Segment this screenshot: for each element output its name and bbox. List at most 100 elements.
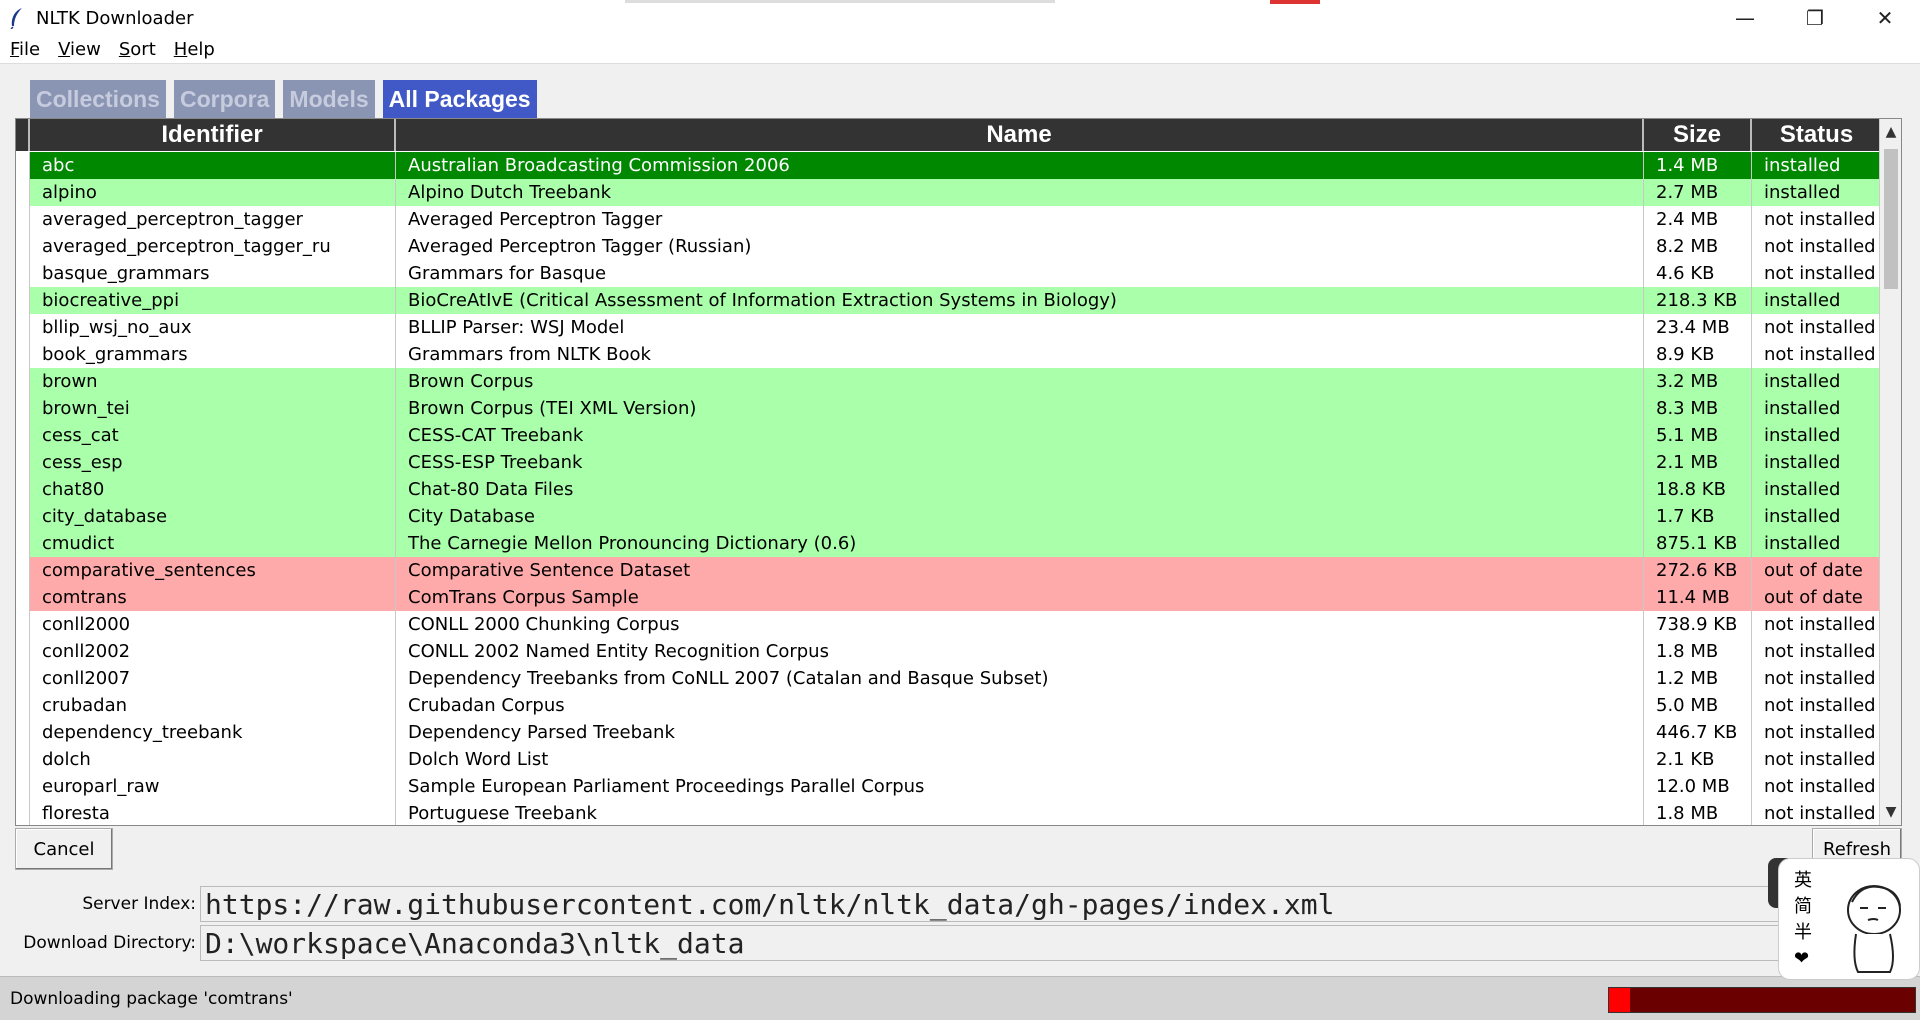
table-row[interactable]: cmudict The Carnegie Mellon Pronouncing D… xyxy=(16,530,1881,557)
ime-heart-icon[interactable]: ❤ xyxy=(1794,946,1812,972)
cell-size: 8.3 MB xyxy=(1644,395,1752,422)
table-scrollbar[interactable]: ▲ ▼ xyxy=(1879,119,1901,825)
table-row[interactable]: averaged_perceptron_tagger Averaged Perce… xyxy=(16,206,1881,233)
tab-collections[interactable]: Collections xyxy=(30,80,166,118)
table-row[interactable]: city_database City Database 1.7 KB installe… xyxy=(16,503,1881,530)
ime-char-simplified[interactable]: 简 xyxy=(1794,894,1812,920)
ime-char-half[interactable]: 半 xyxy=(1794,920,1812,946)
cell-size: 218.3 KB xyxy=(1644,287,1752,314)
table-row[interactable]: abc Australian Broadcasting Commission 20… xyxy=(16,152,1881,179)
header-size[interactable]: Size xyxy=(1644,119,1752,151)
cell-size: 1.8 MB xyxy=(1644,800,1752,825)
header-name[interactable]: Name xyxy=(396,119,1644,151)
scroll-thumb[interactable] xyxy=(1884,149,1898,289)
server-index-input[interactable]: https://raw.githubusercontent.com/nltk/n… xyxy=(200,886,1910,922)
table-row[interactable]: comtrans ComTrans Corpus Sample 11.4 MB out… xyxy=(16,584,1881,611)
cell-name: Brown Corpus xyxy=(396,368,1644,395)
cell-size: 2.1 KB xyxy=(1644,746,1752,773)
table-header: Identifier Name Size Status xyxy=(16,119,1881,151)
cell-identifier: conll2007 xyxy=(30,665,396,692)
table-row[interactable]: biocreative_ppi BioCreAtIvE (Critical Ass… xyxy=(16,287,1881,314)
table-row[interactable]: comparative_sentences Comparative Sentenc… xyxy=(16,557,1881,584)
maximize-button[interactable]: ❐ xyxy=(1780,0,1850,36)
cell-size: 1.4 MB xyxy=(1644,152,1752,179)
menu-view[interactable]: View xyxy=(58,39,101,60)
table-row[interactable]: conll2002 CONLL 2002 Named Entity Recogni… xyxy=(16,638,1881,665)
title-bar: NLTK Downloader — ❐ ✕ xyxy=(0,0,1920,36)
cell-name: Chat-80 Data Files xyxy=(396,476,1644,503)
feather-icon xyxy=(10,8,22,29)
taskbar-preview-strip xyxy=(625,0,1055,3)
scroll-down-icon[interactable]: ▼ xyxy=(1880,801,1901,823)
tab-all-packages[interactable]: All Packages xyxy=(382,80,537,118)
packages-table: Identifier Name Size Status abc Australia… xyxy=(15,118,1902,826)
row-gutter xyxy=(16,557,30,584)
table-row[interactable]: conll2007 Dependency Treebanks from CoNLL… xyxy=(16,665,1881,692)
cell-status: not installed xyxy=(1752,341,1881,368)
table-row[interactable]: dependency_treebank Dependency Parsed Tre… xyxy=(16,719,1881,746)
ime-toolbar[interactable]: 英 简 半 ❤ xyxy=(1778,858,1920,980)
close-button[interactable]: ✕ xyxy=(1850,0,1920,36)
cell-status: not installed xyxy=(1752,206,1881,233)
cell-size: 875.1 KB xyxy=(1644,530,1752,557)
cell-name: Grammars from NLTK Book xyxy=(396,341,1644,368)
tab-models[interactable]: Models xyxy=(283,80,375,118)
scroll-up-icon[interactable]: ▲ xyxy=(1880,121,1901,143)
cell-status: installed xyxy=(1752,530,1881,557)
row-gutter xyxy=(16,611,30,638)
table-row[interactable]: crubadan Crubadan Corpus 5.0 MB not install… xyxy=(16,692,1881,719)
cell-status: installed xyxy=(1752,395,1881,422)
table-row[interactable]: brown_tei Brown Corpus (TEI XML Version) 8… xyxy=(16,395,1881,422)
row-gutter xyxy=(16,152,30,179)
row-gutter xyxy=(16,773,30,800)
cell-name: Dependency Parsed Treebank xyxy=(396,719,1644,746)
cell-name: Sample European Parliament Proceedings P… xyxy=(396,773,1644,800)
cell-name: Portuguese Treebank xyxy=(396,800,1644,825)
download-directory-input[interactable]: D:\workspace\Anaconda3\nltk_data xyxy=(200,925,1910,961)
row-gutter xyxy=(16,341,30,368)
cell-size: 446.7 KB xyxy=(1644,719,1752,746)
table-row[interactable]: bllip_wsj_no_aux BLLIP Parser: WSJ Model 2… xyxy=(16,314,1881,341)
table-row[interactable]: brown Brown Corpus 3.2 MB installed xyxy=(16,368,1881,395)
progress-fill xyxy=(1609,988,1631,1012)
table-row[interactable]: conll2000 CONLL 2000 Chunking Corpus 738.9… xyxy=(16,611,1881,638)
ime-char-lang[interactable]: 英 xyxy=(1794,868,1812,894)
cell-size: 8.2 MB xyxy=(1644,233,1752,260)
table-row[interactable]: dolch Dolch Word List 2.1 KB not installed xyxy=(16,746,1881,773)
header-identifier[interactable]: Identifier xyxy=(30,119,396,151)
menu-sort[interactable]: Sort xyxy=(119,39,156,60)
row-gutter xyxy=(16,233,30,260)
minimize-button[interactable]: — xyxy=(1710,0,1780,36)
table-row[interactable]: alpino Alpino Dutch Treebank 2.7 MB install… xyxy=(16,179,1881,206)
cell-status: not installed xyxy=(1752,314,1881,341)
table-row[interactable]: chat80 Chat-80 Data Files 18.8 KB installed xyxy=(16,476,1881,503)
row-gutter xyxy=(16,584,30,611)
table-row[interactable]: floresta Portuguese Treebank 1.8 MB not ins… xyxy=(16,800,1881,825)
cancel-button[interactable]: Cancel xyxy=(15,828,113,870)
table-row[interactable]: basque_grammars Grammars for Basque 4.6 KB… xyxy=(16,260,1881,287)
tab-corpora[interactable]: Corpora xyxy=(173,80,276,118)
row-gutter xyxy=(16,206,30,233)
table-row[interactable]: cess_esp CESS-ESP Treebank 2.1 MB installed xyxy=(16,449,1881,476)
download-progress-bar xyxy=(1608,987,1916,1013)
cell-name: CONLL 2000 Chunking Corpus xyxy=(396,611,1644,638)
menu-help[interactable]: Help xyxy=(174,39,215,60)
cell-identifier: floresta xyxy=(30,800,396,825)
cell-status: not installed xyxy=(1752,746,1881,773)
table-row[interactable]: book_grammars Grammars from NLTK Book 8.9 … xyxy=(16,341,1881,368)
row-gutter xyxy=(16,692,30,719)
cell-size: 272.6 KB xyxy=(1644,557,1752,584)
cell-identifier: comtrans xyxy=(30,584,396,611)
table-row[interactable]: averaged_perceptron_tagger_ru Averaged Pe… xyxy=(16,233,1881,260)
cell-size: 1.8 MB xyxy=(1644,638,1752,665)
status-bar: Downloading package 'comtrans' xyxy=(0,976,1920,1020)
cell-size: 11.4 MB xyxy=(1644,584,1752,611)
menu-file[interactable]: File xyxy=(10,39,40,60)
table-row[interactable]: europarl_raw Sample European Parliament P… xyxy=(16,773,1881,800)
table-row[interactable]: cess_cat CESS-CAT Treebank 5.1 MB installed xyxy=(16,422,1881,449)
cell-size: 8.9 KB xyxy=(1644,341,1752,368)
row-gutter xyxy=(16,503,30,530)
header-status[interactable]: Status xyxy=(1752,119,1881,151)
cell-status: not installed xyxy=(1752,665,1881,692)
row-gutter xyxy=(16,530,30,557)
